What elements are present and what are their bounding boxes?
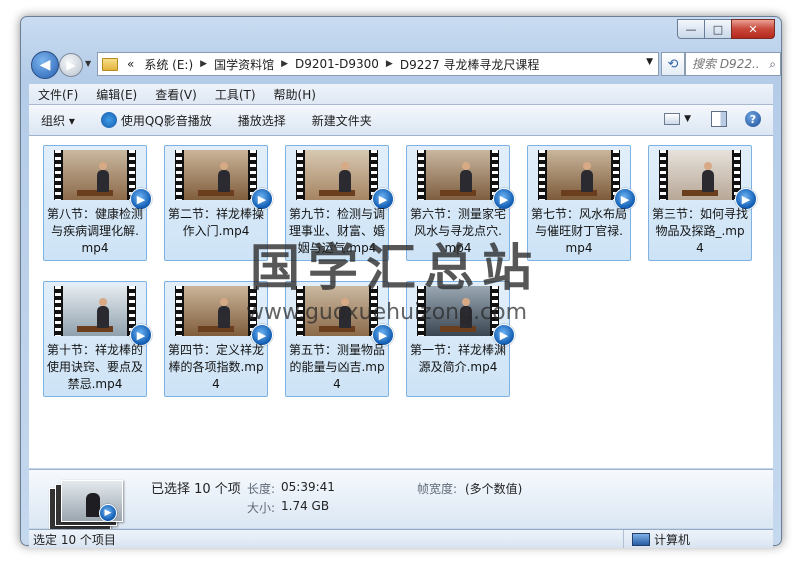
file-name: 第一节：祥龙棒渊源及简介.mp4 [410, 343, 507, 374]
menu-tools[interactable]: 工具(T) [215, 86, 256, 103]
menu-file[interactable]: 文件(F) [38, 86, 78, 103]
video-thumbnail [175, 150, 257, 200]
length-label: 长度: [247, 482, 276, 496]
video-thumbnail [54, 150, 136, 200]
details-pane: ▶ 已选择 10 个项 长度: 05:39:41 大小: 1.74 GB 帧宽度… [29, 469, 773, 530]
close-button[interactable]: ✕ [731, 19, 775, 39]
watermark-title: 国学汇总站 [250, 238, 540, 297]
play-qq-label: 使用QQ影音播放 [120, 113, 212, 128]
menu-edit[interactable]: 编辑(E) [96, 86, 137, 103]
breadcrumb-overflow[interactable]: « [127, 57, 134, 71]
navigation-bar: ◀ ▶ ▼ « 系统 (E:) ▶ 国学资料馆 ▶ D9201-D9300 ▶ … [29, 51, 781, 81]
video-thumbnail [296, 150, 378, 200]
address-dropdown-icon[interactable]: ▼ [646, 57, 653, 67]
file-name: 第三节：如何寻找物品及探路_.mp4 [652, 207, 749, 255]
file-name: 第八节：健康检测与疾病调理化解.mp4 [47, 207, 144, 255]
file-name: 第七节：风水布局与催旺财丁官禄.mp4 [531, 207, 628, 255]
status-selection: 选定 10 个项目 [33, 532, 116, 547]
menu-bar: 文件(F) 编辑(E) 查看(V) 工具(T) 帮助(H) [29, 84, 773, 105]
file-item[interactable]: ▶ 第三节：如何寻找物品及探路_.mp4 [648, 145, 757, 261]
length-value: 05:39:41 [281, 480, 335, 494]
folder-icon [102, 57, 118, 71]
computer-icon [632, 532, 650, 546]
qq-player-icon [100, 112, 117, 128]
status-location-label: 计算机 [654, 532, 691, 547]
toolbar-right: ▼ ? [664, 111, 761, 127]
breadcrumb-current[interactable]: D9227 寻龙棒寻龙尺课程 [400, 56, 540, 73]
new-folder-button[interactable]: 新建文件夹 [312, 112, 372, 129]
play-selection-button[interactable]: 播放选择 [238, 112, 286, 129]
selected-count: 已选择 10 个项 [151, 482, 241, 497]
command-bar: 组织 ▾ 使用QQ影音播放 播放选择 新建文件夹 ▼ ? [29, 105, 773, 136]
file-name: 第五节：测量物品的能量与凶吉.mp4 [289, 343, 386, 391]
recent-pages-dropdown[interactable]: ▼ [85, 59, 91, 68]
refresh-button[interactable]: ⟲ [661, 52, 685, 76]
window-controls: — □ ✕ [677, 19, 775, 39]
menu-view[interactable]: 查看(V) [155, 86, 197, 103]
maximize-button[interactable]: □ [704, 19, 732, 39]
address-bar[interactable]: « 系统 (E:) ▶ 国学资料馆 ▶ D9201-D9300 ▶ D9227 … [97, 52, 659, 76]
file-name: 第十节：祥龙棒的使用诀窍、要点及禁忌.mp4 [47, 343, 144, 391]
framewidth-value: (多个数值) [465, 482, 523, 496]
watermark-url: www.guoxuehuizong.com [246, 300, 528, 325]
breadcrumb-folder-1[interactable]: 国学资料馆 [214, 56, 274, 73]
minimize-button[interactable]: — [677, 19, 705, 39]
framewidth-label: 帧宽度: [417, 482, 458, 496]
file-name: 第四节：定义祥龙棒的各项指数.mp4 [168, 343, 265, 391]
video-thumbnail [175, 286, 257, 336]
video-thumbnail [659, 150, 741, 200]
help-icon[interactable]: ? [745, 111, 761, 127]
breadcrumb-folder-2[interactable]: D9201-D9300 [295, 57, 379, 71]
qq-player-icon: ▶ [99, 504, 117, 522]
view-dropdown-icon[interactable]: ▼ [684, 114, 691, 124]
search-input[interactable] [690, 56, 762, 72]
search-icon[interactable]: ⌕ [769, 57, 776, 72]
search-box[interactable]: ⌕ [685, 52, 781, 76]
back-button[interactable]: ◀ [31, 51, 59, 79]
preview-pane-icon[interactable] [711, 111, 727, 127]
selection-stack-thumbnail: ▶ [49, 478, 129, 530]
file-item[interactable]: ▶ 第七节：风水布局与催旺财丁官禄.mp4 [527, 145, 636, 261]
chevron-right-icon[interactable]: ▶ [200, 59, 207, 69]
size-value: 1.74 GB [281, 499, 330, 513]
video-thumbnail [538, 150, 620, 200]
status-location: 计算机 [623, 530, 690, 548]
size-label: 大小: [247, 501, 276, 515]
breadcrumb-drive[interactable]: 系统 (E:) [144, 56, 193, 73]
chevron-right-icon[interactable]: ▶ [386, 59, 393, 69]
organize-button[interactable]: 组织 ▾ [41, 112, 75, 129]
video-thumbnail [54, 286, 136, 336]
play-qq-button[interactable]: 使用QQ影音播放 [100, 112, 212, 129]
forward-button[interactable]: ▶ [59, 53, 83, 77]
chevron-right-icon[interactable]: ▶ [281, 59, 288, 69]
menu-help[interactable]: 帮助(H) [274, 86, 316, 103]
file-item[interactable]: ▶ 第八节：健康检测与疾病调理化解.mp4 [43, 145, 152, 261]
change-view-icon[interactable] [664, 113, 681, 125]
status-bar: 选定 10 个项目 计算机 [29, 529, 773, 548]
video-thumbnail [417, 150, 499, 200]
file-item[interactable]: ▶ 第十节：祥龙棒的使用诀窍、要点及禁忌.mp4 [43, 281, 152, 397]
